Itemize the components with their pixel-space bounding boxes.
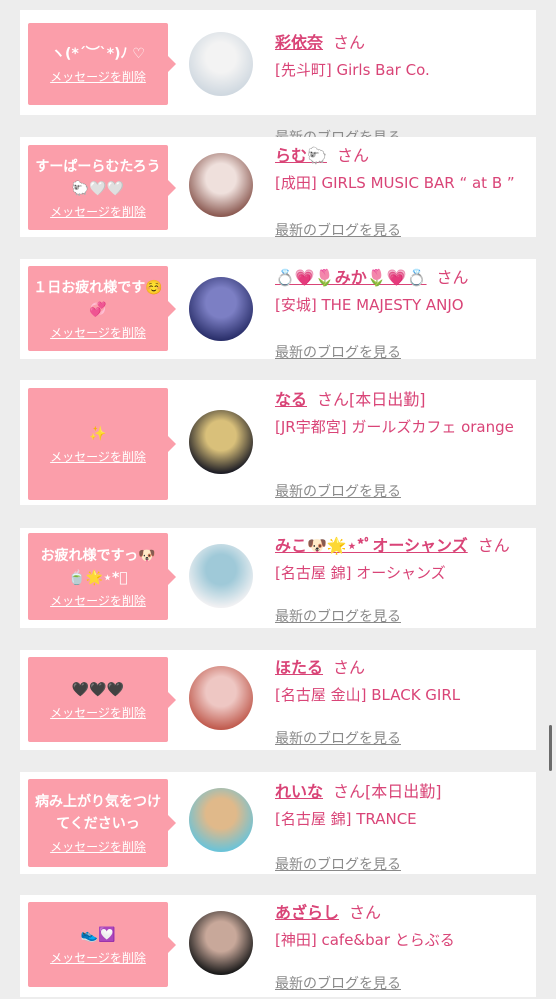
honorific: さん (333, 782, 366, 801)
name-line: みこ🐶🌟⋆*ﾟオーシャンズ さん (275, 535, 530, 557)
message-text: お疲れ様ですっ🐶🍵🌟⋆*ﾟ (40, 547, 156, 586)
message-text: すーぱーらむたろう🐑🤍🤍 (35, 158, 161, 197)
shop-name: [神田] cafe&bar とらぶる (275, 931, 455, 949)
name-line: なる さん[本日出勤] (275, 389, 530, 411)
shop-name: [名古屋 金山] BLACK GIRL (275, 686, 461, 704)
cast-name-link[interactable]: みこ🐶🌟⋆*ﾟオーシャンズ (275, 536, 468, 555)
avatar[interactable] (189, 410, 253, 474)
attendance-status: [本日出勤] (349, 390, 426, 409)
avatar[interactable] (189, 544, 253, 608)
honorific: さん (349, 903, 382, 922)
name-line: らむ🐑 さん (275, 145, 530, 167)
latest-blog-link[interactable]: 最新のブログを見る (275, 482, 401, 502)
shop-name: [安城] THE MAJESTY ANJO (275, 296, 464, 314)
cast-info: れいな さん[本日出勤] [名古屋 錦] TRANCE (275, 781, 530, 832)
list-item: ✨ メッセージを削除 なる さん[本日出勤] [JR宇都宮] ガールズカフェ orang… (20, 380, 536, 505)
cast-info: なる さん[本日出勤] [JR宇都宮] ガールズカフェ orange (275, 389, 530, 440)
avatar[interactable] (189, 153, 253, 217)
shop-name: [先斗町] Girls Bar Co. (275, 61, 430, 79)
message-bubble: すーぱーらむたろう🐑🤍🤍 メッセージを削除 (28, 145, 176, 230)
cast-name-link[interactable]: 彩依奈 (275, 33, 323, 52)
list-item: お疲れ様ですっ🐶🍵🌟⋆*ﾟ メッセージを削除 みこ🐶🌟⋆*ﾟオーシャンズ さん [名古屋… (20, 528, 536, 628)
cast-info: ほたる さん [名古屋 金山] BLACK GIRL (275, 657, 530, 708)
cast-name-link[interactable]: あざらし (275, 903, 339, 922)
avatar[interactable] (189, 277, 253, 341)
name-line: ほたる さん (275, 657, 530, 679)
cast-info: 彩依奈 さん [先斗町] Girls Bar Co. (275, 32, 530, 83)
message-text: ヽ(*´︶`*)ﾉ ♡ (51, 46, 145, 62)
latest-blog-link[interactable]: 最新のブログを見る (275, 343, 401, 363)
cast-info: 💍💗🌷みか🌷💗💍 さん [安城] THE MAJESTY ANJO (275, 267, 530, 318)
honorific: さん (336, 146, 369, 165)
message-bubble: 病み上がり気をつけてくださいっメッセージを削除 (28, 779, 176, 867)
list-item: 🖤🖤🖤 メッセージを削除 ほたる さん [名古屋 金山] BLACK GIRL 最新のブロ… (20, 650, 536, 750)
message-bubble: お疲れ様ですっ🐶🍵🌟⋆*ﾟ メッセージを削除 (28, 533, 176, 620)
list-item: 病み上がり気をつけてくださいっメッセージを削除 れいな さん[本日出勤] [名古屋 錦… (20, 772, 536, 874)
scrollbar[interactable] (549, 725, 552, 771)
message-text: ✨ (89, 426, 107, 442)
message-text: 🖤🖤🖤 (71, 681, 125, 698)
avatar[interactable] (189, 788, 253, 852)
delete-message-link[interactable]: メッセージを削除 (28, 449, 168, 465)
cast-name-link[interactable]: なる (275, 390, 307, 409)
message-bubble: ヽ(*´︶`*)ﾉ ♡ メッセージを削除 (28, 23, 176, 105)
message-text: 👟💟 (80, 926, 116, 943)
honorific: さん (436, 268, 469, 287)
delete-message-link[interactable]: メッセージを削除 (28, 839, 168, 855)
name-line: 💍💗🌷みか🌷💗💍 さん (275, 267, 530, 289)
cast-name-link[interactable]: らむ🐑 (275, 146, 327, 165)
cast-info: みこ🐶🌟⋆*ﾟオーシャンズ さん [名古屋 錦] オーシャンズ (275, 535, 530, 586)
honorific: さん (333, 658, 366, 677)
latest-blog-link[interactable]: 最新のブログを見る (275, 974, 401, 994)
honorific: さん (317, 390, 350, 409)
message-bubble: 👟💟 メッセージを削除 (28, 902, 176, 987)
message-bubble: ✨ メッセージを削除 (28, 388, 176, 500)
latest-blog-link[interactable]: 最新のブログを見る (275, 221, 401, 241)
name-line: あざらし さん (275, 902, 530, 924)
avatar[interactable] (189, 666, 253, 730)
attendance-status: [本日出勤] (365, 782, 442, 801)
cast-name-link[interactable]: れいな (275, 782, 323, 801)
shop-name: [成田] GIRLS MUSIC BAR “ at B ” (275, 174, 515, 192)
avatar[interactable] (189, 32, 253, 96)
list-item: １日お疲れ様です☺️💞 メッセージを削除 💍💗🌷みか🌷💗💍 さん [安城] THE MA… (20, 259, 536, 361)
list-item: 👟💟 メッセージを削除 あざらし さん [神田] cafe&bar とらぶる 最新のブログ… (20, 895, 536, 997)
shop-name: [名古屋 錦] TRANCE (275, 810, 417, 828)
delete-message-link[interactable]: メッセージを削除 (28, 593, 168, 609)
delete-message-link[interactable]: メッセージを削除 (28, 325, 168, 341)
message-text: １日お疲れ様です☺️💞 (33, 279, 163, 318)
honorific: さん (333, 33, 366, 52)
delete-message-link[interactable]: メッセージを削除 (28, 204, 168, 220)
cast-name-link[interactable]: 💍💗🌷みか🌷💗💍 (275, 268, 427, 287)
list-item: ヽ(*´︶`*)ﾉ ♡ メッセージを削除 彩依奈 さん [先斗町] Girls Bar … (20, 10, 536, 146)
latest-blog-link[interactable]: 最新のブログを見る (275, 607, 401, 627)
shop-name: [JR宇都宮] ガールズカフェ orange (275, 418, 514, 436)
cast-name-link[interactable]: ほたる (275, 658, 323, 677)
message-list: ヽ(*´︶`*)ﾉ ♡ メッセージを削除 彩依奈 さん [先斗町] Girls Bar … (0, 0, 556, 999)
name-line: れいな さん[本日出勤] (275, 781, 530, 803)
avatar[interactable] (189, 911, 253, 975)
cast-info: あざらし さん [神田] cafe&bar とらぶる (275, 902, 530, 953)
delete-message-link[interactable]: メッセージを削除 (28, 69, 168, 85)
cast-info: らむ🐑 さん [成田] GIRLS MUSIC BAR “ at B ” (275, 145, 530, 196)
honorific: さん (477, 536, 510, 555)
delete-message-link[interactable]: メッセージを削除 (28, 705, 168, 721)
shop-name: [名古屋 錦] オーシャンズ (275, 564, 446, 582)
delete-message-link[interactable]: メッセージを削除 (28, 950, 168, 966)
name-line: 彩依奈 さん (275, 32, 530, 54)
message-text: 病み上がり気をつけてくださいっ (35, 794, 161, 832)
message-bubble: 🖤🖤🖤 メッセージを削除 (28, 657, 176, 742)
list-item: すーぱーらむたろう🐑🤍🤍 メッセージを削除 らむ🐑 さん [成田] GIRLS MUSI… (20, 137, 536, 239)
latest-blog-link[interactable]: 最新のブログを見る (275, 855, 401, 875)
latest-blog-link[interactable]: 最新のブログを見る (275, 729, 401, 749)
message-bubble: １日お疲れ様です☺️💞 メッセージを削除 (28, 266, 176, 351)
